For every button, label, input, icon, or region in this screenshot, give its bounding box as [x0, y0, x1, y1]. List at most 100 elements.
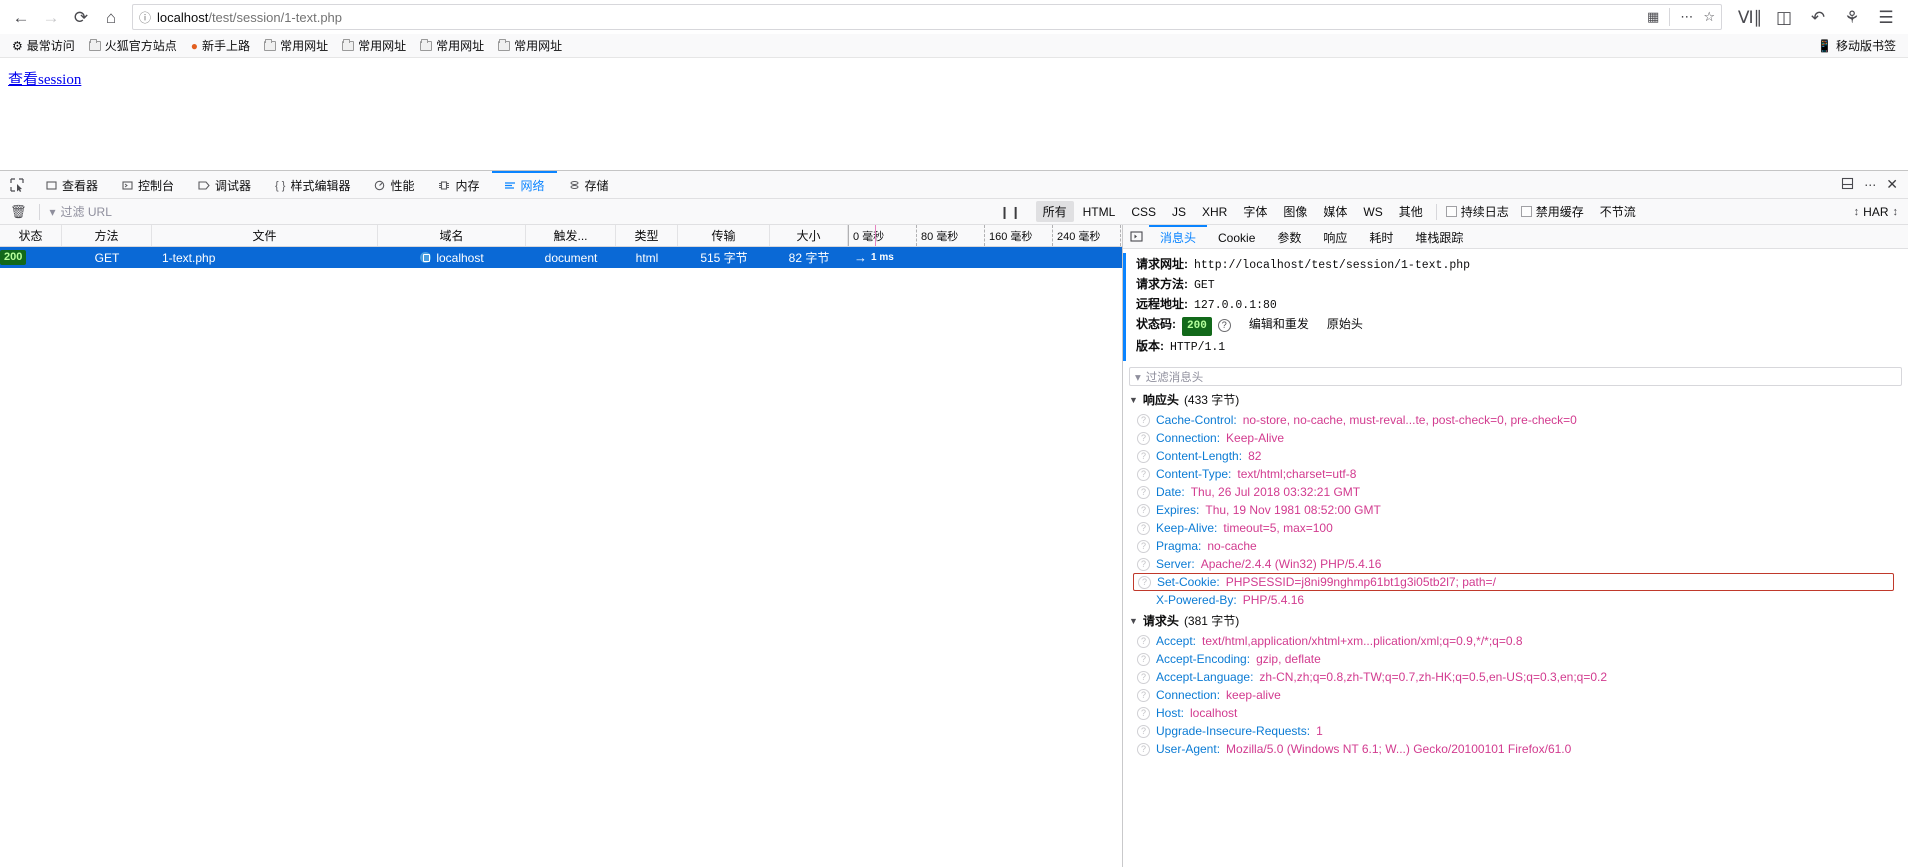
filter-xhr[interactable]: XHR: [1195, 203, 1234, 221]
header-row[interactable]: ? Upgrade-Insecure-Requests: 1: [1123, 722, 1908, 740]
tab-style-editor[interactable]: { } 样式编辑器: [263, 171, 362, 198]
bookmark-item[interactable]: ⚙ 最常访问: [6, 35, 81, 56]
har-chevron-icon[interactable]: ↕: [1893, 206, 1899, 218]
header-row[interactable]: ? Date: Thu, 26 Jul 2018 03:32:21 GMT: [1123, 483, 1908, 501]
throttling-dropdown[interactable]: 不节流: [1593, 201, 1643, 222]
header-row[interactable]: ? Connection: keep-alive: [1123, 686, 1908, 704]
question-mark-icon[interactable]: ?: [1137, 706, 1150, 720]
mobile-bookmarks-item[interactable]: 📱 移动版书签: [1817, 37, 1902, 54]
panel-toggle-icon[interactable]: [1123, 225, 1149, 248]
tab-headers[interactable]: 消息头: [1149, 225, 1208, 248]
header-row[interactable]: ? Expires: Thu, 19 Nov 1981 08:52:00 GMT: [1123, 501, 1908, 519]
question-mark-icon[interactable]: ?: [1137, 413, 1150, 427]
reload-button[interactable]: ⟳: [66, 3, 96, 31]
filter-ws[interactable]: WS: [1356, 203, 1389, 221]
filter-js[interactable]: JS: [1165, 203, 1193, 221]
url-filter-input[interactable]: ▾ 过滤 URL: [46, 202, 986, 222]
table-row[interactable]: 200 GET 1-text.php localhost document ht…: [0, 247, 1122, 268]
request-headers-title[interactable]: ▼ 请求头 (381 字节): [1123, 609, 1908, 632]
question-mark-icon[interactable]: ?: [1137, 742, 1150, 756]
question-mark-icon[interactable]: ?: [1137, 724, 1150, 738]
pocket-icon[interactable]: ⚘: [1836, 3, 1868, 31]
dock-toggle-icon[interactable]: [1841, 177, 1854, 193]
header-row[interactable]: ? Connection: Keep-Alive: [1123, 429, 1908, 447]
column-header-cause[interactable]: 触发...: [526, 225, 616, 246]
persist-logs-checkbox[interactable]: 持续日志: [1443, 203, 1512, 220]
header-row[interactable]: ? Keep-Alive: timeout=5, max=100: [1123, 519, 1908, 537]
details-scroll-area[interactable]: 请求网址: http://localhost/test/session/1-te…: [1123, 249, 1908, 867]
question-mark-icon[interactable]: ?: [1137, 467, 1150, 481]
tab-response[interactable]: 响应: [1312, 225, 1358, 248]
tab-network[interactable]: 网络: [491, 171, 557, 198]
bookmark-item[interactable]: 常用网址: [336, 35, 412, 56]
view-session-link[interactable]: 查看session: [8, 72, 81, 88]
qr-code-icon[interactable]: ▦: [1647, 9, 1659, 25]
tab-timings[interactable]: 耗时: [1358, 225, 1404, 248]
column-header-size[interactable]: 大小: [770, 225, 848, 246]
question-mark-icon[interactable]: ?: [1137, 431, 1150, 445]
header-row[interactable]: ? Content-Length: 82: [1123, 447, 1908, 465]
filter-other[interactable]: 其他: [1392, 201, 1430, 222]
tab-storage[interactable]: 存储: [557, 171, 621, 198]
har-button[interactable]: HAR: [1863, 205, 1888, 219]
page-actions-icon[interactable]: ⋯: [1680, 9, 1693, 25]
tab-params[interactable]: 参数: [1266, 225, 1312, 248]
back-button[interactable]: ←: [6, 3, 36, 31]
question-mark-icon[interactable]: ?: [1138, 575, 1151, 589]
edit-and-resend-button[interactable]: 编辑和重发: [1249, 316, 1309, 333]
question-mark-icon[interactable]: ?: [1137, 521, 1150, 535]
question-mark-icon[interactable]: ?: [1137, 670, 1150, 684]
bookmark-item[interactable]: ● 新手上路: [185, 35, 256, 56]
header-row[interactable]: X-Powered-By: PHP/5.4.16: [1123, 591, 1908, 609]
tab-stack-trace[interactable]: 堆栈跟踪: [1404, 225, 1474, 248]
bookmark-item[interactable]: 火狐官方站点: [83, 35, 183, 56]
filter-css[interactable]: CSS: [1124, 203, 1163, 221]
headers-filter-input[interactable]: ▾ 过滤消息头: [1129, 367, 1902, 386]
bookmark-item[interactable]: 常用网址: [258, 35, 334, 56]
column-header-type[interactable]: 类型: [616, 225, 678, 246]
header-row[interactable]: ? Accept: text/html,application/xhtml+xm..…: [1123, 632, 1908, 650]
header-row[interactable]: ? Host: localhost: [1123, 704, 1908, 722]
question-mark-icon[interactable]: ?: [1137, 485, 1150, 499]
column-header-method[interactable]: 方法: [62, 225, 152, 246]
sidebar-icon[interactable]: ◫: [1768, 3, 1800, 31]
question-mark-icon[interactable]: ?: [1137, 557, 1150, 571]
header-row[interactable]: ? Pragma: no-cache: [1123, 537, 1908, 555]
header-row[interactable]: ? Cache-Control: no-store, no-cache, must-…: [1123, 411, 1908, 429]
column-header-domain[interactable]: 域名: [378, 225, 526, 246]
filter-all[interactable]: 所有: [1035, 201, 1074, 222]
filter-media[interactable]: 媒体: [1316, 201, 1354, 222]
filter-html[interactable]: HTML: [1076, 203, 1123, 221]
bookmark-item[interactable]: 常用网址: [492, 35, 568, 56]
column-header-timeline[interactable]: 0 毫秒 80 毫秒 160 毫秒 240 毫秒 320 毫秒 400 毫秒: [848, 225, 1122, 246]
element-picker-icon[interactable]: [0, 171, 34, 198]
close-icon[interactable]: ✕: [1886, 176, 1898, 193]
library-icon[interactable]: Ⅵ∥: [1734, 3, 1766, 31]
header-row[interactable]: ? User-Agent: Mozilla/5.0 (Windows NT 6.1;…: [1123, 740, 1908, 758]
header-row[interactable]: ? Content-Type: text/html;charset=utf-8: [1123, 465, 1908, 483]
address-bar[interactable]: ⓘ localhost/test/session/1-text.php ▦ ⋯ …: [132, 4, 1722, 30]
header-row[interactable]: ? Server: Apache/2.4.4 (Win32) PHP/5.4.16: [1123, 555, 1908, 573]
identity-info-icon[interactable]: ⓘ: [139, 9, 151, 26]
column-header-status[interactable]: 状态: [0, 225, 62, 246]
question-mark-icon[interactable]: ?: [1137, 634, 1150, 648]
response-headers-title[interactable]: ▼ 响应头 (433 字节): [1123, 388, 1908, 411]
tab-performance[interactable]: 性能: [362, 171, 426, 198]
question-mark-icon[interactable]: ?: [1217, 319, 1231, 332]
hamburger-menu-icon[interactable]: ☰: [1870, 3, 1902, 31]
question-mark-icon[interactable]: ?: [1137, 688, 1150, 702]
devtools-more-icon[interactable]: ⋯: [1864, 178, 1876, 192]
column-header-file[interactable]: 文件: [152, 225, 378, 246]
star-icon[interactable]: ☆: [1703, 9, 1715, 25]
question-mark-icon[interactable]: ?: [1137, 652, 1150, 666]
pause-button[interactable]: ❙❙: [992, 205, 1030, 219]
tab-console[interactable]: 控制台: [110, 171, 186, 198]
raw-headers-button[interactable]: 原始头: [1327, 316, 1363, 333]
filter-font[interactable]: 字体: [1236, 201, 1274, 222]
tab-debugger[interactable]: 调试器: [186, 171, 263, 198]
bookmark-item[interactable]: 常用网址: [414, 35, 490, 56]
home-button[interactable]: ⌂: [96, 3, 126, 31]
tab-memory[interactable]: 内存: [426, 171, 491, 198]
tab-cookies[interactable]: Cookie: [1207, 225, 1266, 248]
sync-icon[interactable]: ↶: [1802, 3, 1834, 31]
